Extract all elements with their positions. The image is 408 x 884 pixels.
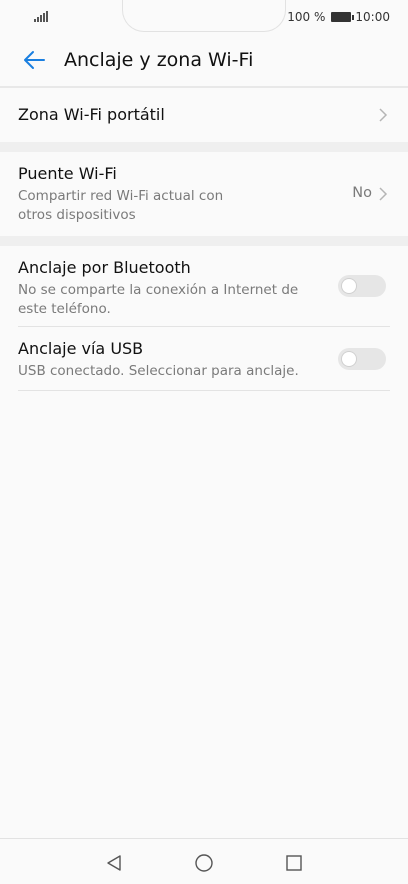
toggle-knob [342,279,356,293]
toggle-knob [342,352,356,366]
status-right: 100 % 10:00 [287,10,390,24]
wifi-bridge-title: Puente Wi-Fi [18,164,117,183]
signal-icon [34,10,50,22]
page-title: Anclaje y zona Wi-Fi [64,49,254,71]
system-nav-bar [0,838,408,884]
bluetooth-tethering-subtitle-line1: No se comparte la conexión a Internet de [18,282,299,298]
row-divider [18,390,390,391]
section-separator [0,142,408,152]
list-item-bluetooth-tethering[interactable]: Anclaje por Bluetooth No se comparte la … [0,246,408,326]
chevron-right-icon [379,187,388,201]
list-item-usb-tethering[interactable]: Anclaje vía USB USB conectado. Seleccion… [0,327,408,390]
wifi-bridge-subtitle-line2: otros dispositivos [18,207,136,223]
back-button[interactable] [12,38,56,82]
usb-tethering-subtitle: USB conectado. Seleccionar para anclaje. [18,363,299,379]
bluetooth-tethering-subtitle-line2: este teléfono. [18,301,111,317]
list-item-hotspot[interactable]: Zona Wi-Fi portátil [0,88,408,142]
usb-tethering-toggle[interactable] [338,348,386,370]
arrow-left-icon [24,51,45,69]
triangle-back-icon [107,855,121,871]
hotspot-title: Zona Wi-Fi portátil [18,105,165,124]
nav-home-button[interactable] [192,851,216,875]
wifi-bridge-value: No [352,185,372,201]
nav-recents-button[interactable] [282,851,306,875]
wifi-bridge-subtitle-line1: Compartir red Wi-Fi actual con [18,188,224,204]
bluetooth-tethering-title: Anclaje por Bluetooth [18,258,191,277]
display-notch [122,0,286,32]
screen: 100 % 10:00 Anclaje y zona Wi-Fi Zona Wi… [0,0,408,884]
clock: 10:00 [355,10,390,24]
section-separator [0,236,408,246]
battery-icon [331,12,355,22]
status-bar: 100 % 10:00 [0,0,408,34]
battery-percent: 100 % [287,10,326,24]
bluetooth-tethering-subtitle: No se comparte la conexión a Internet de… [18,281,318,319]
chevron-right-icon [379,108,388,122]
usb-tethering-title: Anclaje vía USB [18,339,144,358]
wifi-bridge-subtitle: Compartir red Wi-Fi actual con otros dis… [18,187,328,225]
nav-back-button[interactable] [102,851,126,875]
app-header: Anclaje y zona Wi-Fi [0,34,408,88]
circle-home-icon [195,854,213,872]
square-recents-icon [286,855,302,871]
bluetooth-tethering-toggle[interactable] [338,275,386,297]
list-item-wifi-bridge[interactable]: Puente Wi-Fi Compartir red Wi-Fi actual … [0,152,408,236]
